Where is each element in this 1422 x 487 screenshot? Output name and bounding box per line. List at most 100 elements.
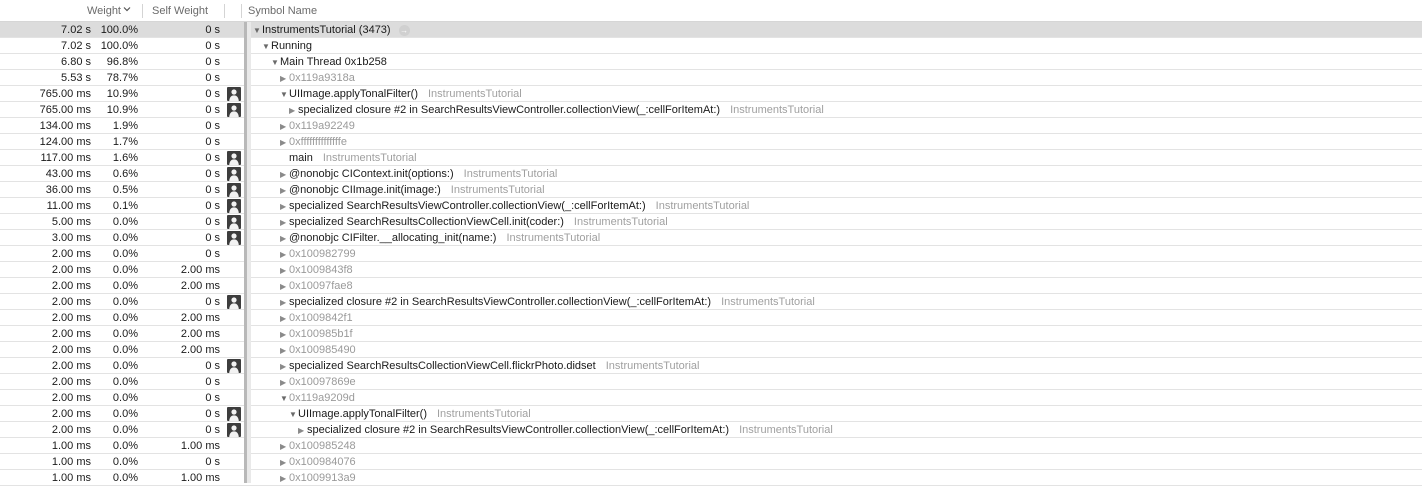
call-tree-row[interactable]: 7.02 s 100.0% 0 s ▼Running — [0, 38, 1422, 54]
call-tree-row[interactable]: 43.00 ms 0.6% 0 s ▶ @nonobjc CIContext.init(… — [0, 166, 1422, 182]
call-tree-row[interactable]: 1.00 ms 0.0% 1.00 ms ▶ 0x100985248 — [0, 438, 1422, 454]
column-header-self-weight[interactable]: Self Weight — [152, 0, 208, 22]
tree-indent-gutter — [247, 22, 251, 483]
disclosure-triangle-collapsed-icon[interactable]: ▶ — [280, 71, 289, 87]
user-code-icon — [227, 407, 241, 421]
library-name: InstrumentsTutorial — [428, 88, 522, 100]
disclosure-triangle-collapsed-icon[interactable]: ▶ — [280, 327, 289, 343]
disclosure-triangle-collapsed-icon[interactable]: ▶ — [280, 215, 289, 231]
weight-value: 2.00 ms — [51, 312, 91, 324]
call-tree-row[interactable]: 2.00 ms 0.0% 2.00 ms ▶ 0x1009842f1 — [0, 310, 1422, 326]
library-name: InstrumentsTutorial — [655, 200, 750, 212]
symbol-name: UIImage.applyTonalFilter() — [289, 88, 418, 100]
self-weight-value: 0 s — [205, 120, 220, 132]
call-tree-row[interactable]: 765.00 ms 10.9% 0 s ▼UIImage.applyTonalFilt… — [0, 86, 1422, 102]
weight-percent: 1.9% — [112, 120, 138, 132]
disclosure-triangle-expanded-icon[interactable]: ▼ — [253, 23, 262, 39]
call-tree-row[interactable]: 2.00 ms 0.0% 0 s ▼UIImage.applyTonalFilter(… — [0, 406, 1422, 422]
disclosure-triangle-expanded-icon[interactable]: ▼ — [262, 39, 271, 55]
column-divider[interactable] — [224, 4, 225, 18]
call-tree-row[interactable]: 2.00 ms 0.0% 0 s ▶ 0x10097869e — [0, 374, 1422, 390]
disclosure-triangle-collapsed-icon[interactable]: ▶ — [280, 295, 289, 311]
library-name: InstrumentsTutorial — [721, 296, 815, 308]
disclosure-triangle-collapsed-icon[interactable]: ▶ — [280, 279, 289, 295]
call-tree-row[interactable]: 134.00 ms 1.9% 0 s ▶ 0x119a92249 — [0, 118, 1422, 134]
call-tree-row[interactable]: 2.00 ms 0.0% 2.00 ms ▶ 0x10097fae8 — [0, 278, 1422, 294]
disclosure-triangle-expanded-icon[interactable]: ▼ — [280, 391, 289, 407]
call-tree-row[interactable]: 2.00 ms 0.0% 2.00 ms ▶ 0x1009843f8 — [0, 262, 1422, 278]
disclosure-triangle-collapsed-icon[interactable]: ▶ — [280, 455, 289, 471]
call-tree-row[interactable]: 1.00 ms 0.0% 0 s ▶ 0x100984076 — [0, 454, 1422, 470]
column-header-weight[interactable]: Weight — [0, 0, 131, 22]
symbol-cell: main InstrumentsTutorial — [280, 150, 417, 166]
disclosure-triangle-collapsed-icon[interactable]: ▶ — [298, 423, 307, 439]
disclosure-triangle-collapsed-icon[interactable]: ▶ — [280, 311, 289, 327]
symbol-cell: ▼UIImage.applyTonalFilter() InstrumentsTu… — [289, 406, 531, 422]
symbol-cell: ▶ 0x1009843f8 — [280, 262, 353, 278]
disclosure-triangle-collapsed-icon[interactable]: ▶ — [280, 183, 289, 199]
call-tree-row[interactable]: 1.00 ms 0.0% 1.00 ms ▶ 0x1009913a9 — [0, 470, 1422, 486]
call-tree-row[interactable]: 2.00 ms 0.0% 0 s ▶ specialized closure #2 in… — [0, 294, 1422, 310]
disclosure-triangle-collapsed-icon[interactable]: ▶ — [289, 103, 298, 119]
call-tree-row[interactable]: 2.00 ms 0.0% 0 s ▼0x119a9209d — [0, 390, 1422, 406]
call-tree-row[interactable]: 2.00 ms 0.0% 0 s ▶ specialized SearchResults… — [0, 358, 1422, 374]
symbol-name: @nonobjc CIContext.init(options:) — [289, 168, 454, 180]
disclosure-triangle-collapsed-icon[interactable]: ▶ — [280, 263, 289, 279]
disclosure-triangle-collapsed-icon[interactable]: ▶ — [280, 439, 289, 455]
call-tree-row[interactable]: 117.00 ms 1.6% 0 s main InstrumentsTutorial — [0, 150, 1422, 166]
call-tree-row[interactable]: 3.00 ms 0.0% 0 s ▶ @nonobjc CIFilter.__alloc… — [0, 230, 1422, 246]
self-weight-value: 0 s — [205, 216, 220, 228]
disclosure-triangle-collapsed-icon[interactable]: ▶ — [280, 247, 289, 263]
call-tree-row[interactable]: 11.00 ms 0.1% 0 s ▶ specialized SearchResult… — [0, 198, 1422, 214]
symbol-name: 0x100985b1f — [289, 328, 353, 340]
symbol-cell: ▼UIImage.applyTonalFilter() InstrumentsTu… — [280, 86, 522, 102]
disclosure-triangle-expanded-icon[interactable]: ▼ — [271, 55, 280, 71]
self-weight-value: 0 s — [205, 360, 220, 372]
disclosure-triangle-collapsed-icon[interactable]: ▶ — [280, 231, 289, 247]
go-to-arrow-icon[interactable]: → — [398, 24, 410, 36]
self-weight-value: 0 s — [205, 136, 220, 148]
self-weight-value: 0 s — [205, 152, 220, 164]
call-tree-row[interactable]: 6.80 s 96.8% 0 s ▼Main Thread 0x1b258 — [0, 54, 1422, 70]
self-weight-value: 2.00 ms — [180, 328, 220, 340]
disclosure-triangle-collapsed-icon[interactable]: ▶ — [280, 119, 289, 135]
disclosure-triangle-collapsed-icon[interactable]: ▶ — [280, 343, 289, 359]
symbol-name: 0x100985490 — [289, 344, 356, 356]
weight-value: 7.02 s — [61, 40, 91, 52]
symbol-name: specialized SearchResultsCollectionViewC… — [289, 216, 564, 228]
disclosure-triangle-collapsed-icon[interactable]: ▶ — [280, 359, 289, 375]
disclosure-triangle-collapsed-icon[interactable]: ▶ — [280, 199, 289, 215]
disclosure-triangle-collapsed-icon[interactable]: ▶ — [280, 135, 289, 151]
call-tree-row[interactable]: 2.00 ms 0.0% 2.00 ms ▶ 0x100985490 — [0, 342, 1422, 358]
self-weight-value: 1.00 ms — [180, 440, 220, 452]
user-code-icon — [227, 151, 241, 165]
weight-value: 1.00 ms — [51, 472, 91, 484]
column-divider[interactable] — [142, 4, 143, 18]
disclosure-triangle-collapsed-icon[interactable]: ▶ — [280, 167, 289, 183]
self-weight-value: 0 s — [205, 184, 220, 196]
call-tree-row[interactable]: 36.00 ms 0.5% 0 s ▶ @nonobjc CIImage.init(im… — [0, 182, 1422, 198]
disclosure-triangle-expanded-icon[interactable]: ▼ — [289, 407, 298, 423]
library-name: InstrumentsTutorial — [450, 184, 545, 196]
call-tree-row[interactable]: 5.53 s 78.7% 0 s ▶ 0x119a9318a — [0, 70, 1422, 86]
symbol-cell: ▶ 0x10097fae8 — [280, 278, 353, 294]
self-weight-value: 2.00 ms — [180, 312, 220, 324]
call-tree-row[interactable]: 124.00 ms 1.7% 0 s ▶ 0xffffffffffffffe — [0, 134, 1422, 150]
symbol-name: 0x119a9318a — [289, 72, 355, 84]
disclosure-triangle-collapsed-icon[interactable]: ▶ — [280, 471, 289, 487]
call-tree-row[interactable]: 2.00 ms 0.0% 2.00 ms ▶ 0x100985b1f — [0, 326, 1422, 342]
call-tree-row[interactable]: 2.00 ms 0.0% 0 s ▶ specialized closure #2 in… — [0, 422, 1422, 438]
disclosure-triangle-expanded-icon[interactable]: ▼ — [280, 87, 289, 103]
column-header-symbol-name[interactable]: Symbol Name — [248, 0, 317, 22]
symbol-cell: ▶ specialized closure #2 in SearchResults… — [289, 102, 824, 118]
symbol-name: 0x1009913a9 — [289, 472, 356, 484]
call-tree-row[interactable]: 7.02 s 100.0% 0 s ▼InstrumentsTutorial (347… — [0, 22, 1422, 38]
call-tree-row[interactable]: 2.00 ms 0.0% 0 s ▶ 0x100982799 — [0, 246, 1422, 262]
disclosure-triangle-collapsed-icon[interactable]: ▶ — [280, 375, 289, 391]
call-tree-outline[interactable]: 7.02 s 100.0% 0 s ▼InstrumentsTutorial (347… — [0, 22, 1422, 486]
symbol-cell: ▶ 0xffffffffffffffe — [280, 134, 347, 150]
library-name: InstrumentsTutorial — [463, 168, 558, 180]
column-divider[interactable] — [241, 4, 242, 18]
call-tree-row[interactable]: 5.00 ms 0.0% 0 s ▶ specialized SearchResults… — [0, 214, 1422, 230]
call-tree-row[interactable]: 765.00 ms 10.9% 0 s ▶ specialized closure #2… — [0, 102, 1422, 118]
